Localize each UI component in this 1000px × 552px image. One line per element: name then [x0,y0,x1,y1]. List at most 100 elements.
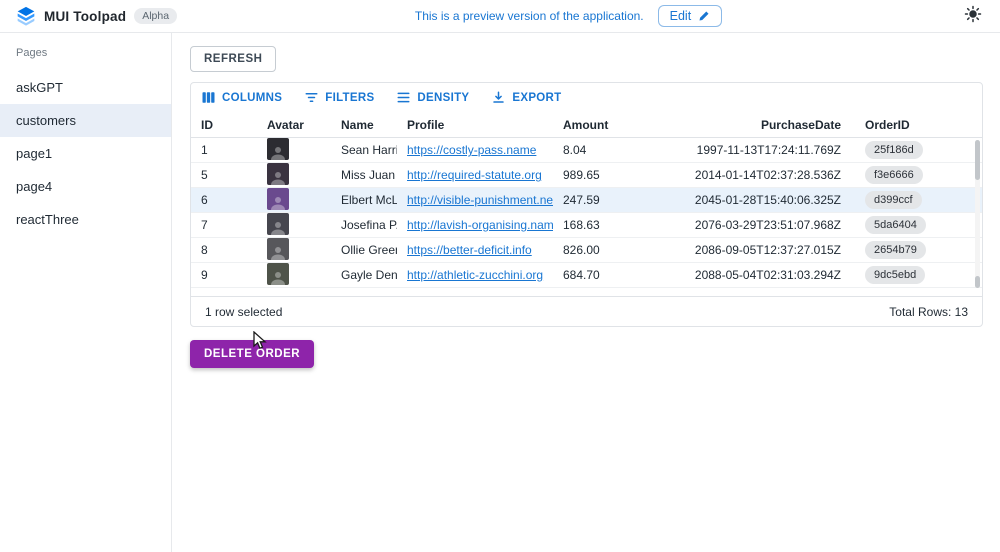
profile-link[interactable]: http://visible-punishment.net [407,193,553,207]
density-button-label: DENSITY [417,92,469,104]
cell-profile: https://costly-pass.name [397,143,553,157]
sidebar-section-label: Pages [0,33,171,71]
refresh-button[interactable]: REFRESH [190,46,276,72]
cell-orderid: 9dc5ebd [855,266,963,284]
avatar [267,188,289,210]
cell-avatar [257,163,331,188]
avatar [267,263,289,285]
cell-avatar [257,213,331,238]
filters-button[interactable]: FILTERS [304,90,374,105]
cell-orderid: 2654b79 [855,241,963,259]
delete-order-button[interactable]: DELETE ORDER [190,340,314,368]
edit-button-label: Edit [670,9,692,23]
cell-profile: http://lavish-organising.name [397,218,553,232]
selection-status: 1 row selected [205,305,282,319]
cell-name: Ollie Green... [331,243,397,257]
cell-orderid: 25f186d [855,141,963,159]
cell-orderid: d399ccf [855,191,963,209]
cell-amount: 247.59 [553,193,649,207]
orderid-chip: d399ccf [865,191,922,209]
cell-purchasedate: 2086-09-05T12:37:27.015Z [649,243,855,257]
columns-button[interactable]: COLUMNS [201,90,282,105]
cell-id: 5 [191,168,257,182]
cell-name: Miss Juan ... [331,168,397,182]
cell-purchasedate: 2014-01-14T02:37:28.536Z [649,168,855,182]
cell-amount: 989.65 [553,168,649,182]
preview-banner-text: This is a preview version of the applica… [415,9,644,23]
avatar [267,163,289,185]
table-row[interactable]: 6 Elbert McL... http://visible-punishmen… [191,188,982,213]
brand: MUI Toolpad Alpha [16,6,177,26]
orderid-chip: 9dc5ebd [865,266,925,284]
table-row[interactable]: 5 Miss Juan ... http://required-statute.… [191,163,982,188]
sidebar-item-askgpt[interactable]: askGPT [0,71,171,104]
column-header-avatar[interactable]: Avatar [257,118,331,132]
orderid-chip: 2654b79 [865,241,926,259]
sun-icon [964,5,982,28]
sidebar-item-label: page4 [16,179,52,194]
cell-profile: http://athletic-zucchini.org [397,268,553,282]
cell-profile: https://better-deficit.info [397,243,553,257]
cell-purchasedate: 2088-05-04T02:31:03.294Z [649,268,855,282]
sidebar: Pages askGPT customers page1 page4 react… [0,33,172,552]
sidebar-item-page1[interactable]: page1 [0,137,171,170]
total-rows: Total Rows: 13 [889,305,968,319]
cell-id: 6 [191,193,257,207]
sidebar-item-label: reactThree [16,212,79,227]
density-icon [396,90,411,105]
sidebar-item-page4[interactable]: page4 [0,170,171,203]
data-grid: COLUMNS FILTERS DENSITY [190,82,983,327]
column-header-orderid[interactable]: OrderID [855,118,963,132]
column-header-id[interactable]: ID [191,118,257,132]
table-row[interactable]: 7 Josefina P... http://lavish-organising… [191,213,982,238]
main-content: REFRESH COLUMNS FILTERS [172,33,1000,552]
sidebar-item-customers[interactable]: customers [0,104,171,137]
cell-profile: http://visible-punishment.net [397,193,553,207]
column-header-amount[interactable]: Amount [553,118,649,132]
grid-rows: 1 Sean Harris https://costly-pass.name 8… [191,138,982,296]
export-button-label: EXPORT [512,92,561,104]
column-header-name[interactable]: Name [331,118,397,132]
theme-toggle-button[interactable] [960,3,986,29]
cell-avatar [257,138,331,163]
preview-banner: This is a preview version of the applica… [415,5,722,27]
filter-icon [304,90,319,105]
cell-profile: http://required-statute.org [397,168,553,182]
cell-orderid: 5da6404 [855,216,963,234]
table-row[interactable]: 1 Sean Harris https://costly-pass.name 8… [191,138,982,163]
column-header-profile[interactable]: Profile [397,118,553,132]
table-row[interactable]: 8 Ollie Green... https://better-deficit.… [191,238,982,263]
profile-link[interactable]: http://athletic-zucchini.org [407,268,543,282]
density-button[interactable]: DENSITY [396,90,469,105]
filters-button-label: FILTERS [325,92,374,104]
profile-link[interactable]: https://better-deficit.info [407,243,532,257]
cell-avatar [257,188,331,213]
app-bar: MUI Toolpad Alpha This is a preview vers… [0,0,1000,33]
rows-spacer [191,288,982,296]
profile-link[interactable]: http://lavish-organising.name [407,218,553,232]
sidebar-item-reactthree[interactable]: reactThree [0,203,171,236]
cell-id: 8 [191,243,257,257]
edit-button[interactable]: Edit [658,5,723,27]
table-row[interactable]: 9 Gayle Den... http://athletic-zucchini.… [191,263,982,288]
grid-toolbar: COLUMNS FILTERS DENSITY [191,83,982,112]
export-button[interactable]: EXPORT [491,90,561,105]
cell-amount: 8.04 [553,143,649,157]
grid-header-row: ID Avatar Name Profile Amount PurchaseDa… [191,112,982,138]
cell-amount: 168.63 [553,218,649,232]
grid-vertical-scrollbar[interactable] [975,140,980,288]
profile-link[interactable]: https://costly-pass.name [407,143,536,157]
cell-purchasedate: 2076-03-29T23:51:07.968Z [649,218,855,232]
cell-id: 1 [191,143,257,157]
cell-purchasedate: 1997-11-13T17:24:11.769Z [649,143,855,157]
profile-link[interactable]: http://required-statute.org [407,168,542,182]
cell-amount: 826.00 [553,243,649,257]
cell-avatar [257,263,331,288]
cell-id: 9 [191,268,257,282]
cell-id: 7 [191,218,257,232]
scrollbar-thumb[interactable] [975,140,980,180]
mui-toolpad-logo-icon [16,6,36,26]
avatar [267,238,289,260]
scrollbar-thumb[interactable] [975,276,980,288]
column-header-purchasedate[interactable]: PurchaseDate [649,118,855,132]
